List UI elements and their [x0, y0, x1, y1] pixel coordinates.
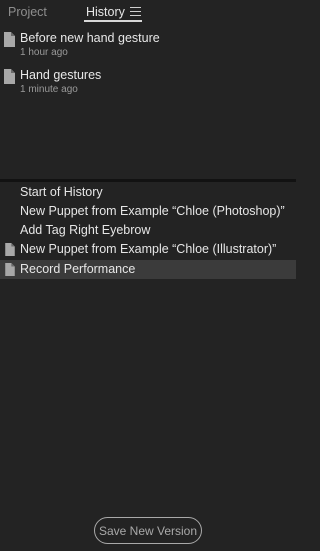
panel-tab-bar: Project History — [0, 0, 296, 24]
history-item[interactable]: Add Tag Right Eyebrow — [0, 221, 296, 240]
save-new-version-button[interactable]: Save New Version — [94, 517, 202, 544]
tab-project[interactable]: Project — [8, 4, 47, 20]
tab-history[interactable]: History — [86, 4, 125, 20]
active-tab-indicator — [84, 20, 142, 22]
version-title: Hand gestures — [20, 68, 102, 82]
document-icon — [5, 243, 15, 256]
version-time: 1 hour ago — [20, 47, 68, 58]
history-item-label: Add Tag Right Eyebrow — [20, 223, 151, 237]
hamburger-menu-icon[interactable] — [130, 7, 141, 17]
document-icon — [4, 32, 15, 47]
history-item-label: Start of History — [20, 185, 103, 199]
history-item[interactable]: New Puppet from Example “Chloe (Photosho… — [0, 202, 296, 221]
version-time: 1 minute ago — [20, 84, 78, 95]
document-icon — [5, 263, 15, 276]
saved-versions-list: Before new hand gesture 1 hour ago Hand … — [0, 24, 296, 178]
history-item-label: New Puppet from Example “Chloe (Illustra… — [20, 242, 277, 256]
version-title: Before new hand gesture — [20, 31, 160, 45]
panel-divider[interactable] — [0, 179, 296, 182]
history-item[interactable]: Start of History — [0, 183, 296, 202]
version-item[interactable]: Hand gestures 1 minute ago — [0, 67, 296, 101]
document-icon — [4, 69, 15, 84]
version-item[interactable]: Before new hand gesture 1 hour ago — [0, 30, 296, 64]
history-item-selected[interactable]: Record Performance — [0, 260, 296, 279]
history-item[interactable]: New Puppet from Example “Chloe (Illustra… — [0, 240, 296, 259]
history-item-label: Record Performance — [20, 262, 136, 276]
history-item-label: New Puppet from Example “Chloe (Photosho… — [20, 204, 285, 218]
